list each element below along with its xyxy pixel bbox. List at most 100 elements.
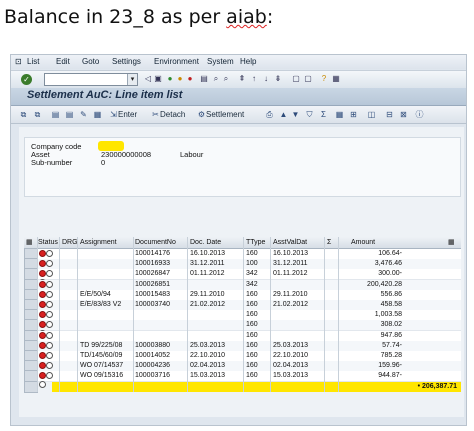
menu-settings[interactable]: Settings (112, 57, 141, 66)
cell-amount: 1,003.58 (374, 311, 402, 319)
cancel-icon[interactable]: ● (185, 74, 195, 84)
graphic-icon[interactable]: ⊞ (349, 109, 358, 120)
sort-descending-icon[interactable]: ▼ (291, 109, 300, 120)
back-arrow-icon[interactable]: ◁ (143, 74, 153, 84)
col-asstvaldat[interactable]: AsstValDat (273, 237, 307, 248)
caption-suffix: : (266, 6, 274, 28)
filter-icon[interactable]: ⛉ (305, 109, 314, 120)
shortcut-icon[interactable]: ▢ (303, 74, 313, 84)
find-next-icon[interactable]: ⌕ (221, 74, 231, 84)
col-sigma[interactable]: Σ (327, 237, 331, 248)
chevron-down-icon[interactable]: ▾ (127, 74, 137, 85)
details-icon[interactable]: ⧉ (19, 109, 28, 120)
cell-asstvaldat (273, 310, 325, 320)
previous-page-icon[interactable]: ↑ (249, 74, 259, 84)
choose-layout-icon[interactable]: ⊟ (385, 109, 394, 120)
col-drg[interactable]: DRG (62, 237, 78, 248)
cell-asstvaldat (273, 320, 325, 330)
layout-icon[interactable]: ◫ (367, 109, 376, 120)
menu-system[interactable]: System (207, 57, 234, 66)
detach-button[interactable]: ✂Detach (151, 109, 185, 120)
new-session-icon[interactable]: ▢ (291, 74, 301, 84)
next-page-icon[interactable]: ↓ (261, 74, 271, 84)
cell-documentno (135, 310, 187, 320)
choose-icon[interactable]: ⧉ (33, 109, 42, 120)
information-icon[interactable]: ⓘ (415, 109, 424, 120)
save-icon[interactable]: ▣ (153, 74, 163, 84)
exit-icon[interactable]: ● (175, 74, 185, 84)
cell-asstvaldat (273, 331, 325, 341)
sort-ascending-icon[interactable]: ▲ (279, 109, 288, 120)
window-menu-icon[interactable]: ⊡ (15, 57, 22, 66)
export-icon[interactable]: ▦ (335, 109, 344, 120)
cell-ttype: 160 (246, 331, 258, 339)
column-settings-icon[interactable]: ▦ (448, 237, 455, 248)
total-row-selector[interactable] (24, 380, 38, 393)
total-amount: • 206,387.71 (417, 382, 457, 390)
cell-documentno: 100026847 (135, 270, 171, 278)
edit-icon[interactable]: ▤ (51, 109, 60, 120)
total-row: • 206,387.71 (52, 381, 461, 392)
cell-doc-date: 29.11.2010 (190, 290, 225, 298)
cell-asstvaldat: 22.10.2010 (273, 352, 309, 359)
menu-environment[interactable]: Environment (154, 57, 199, 66)
cell-doc-date: 02.04.2013 (190, 362, 226, 370)
copy-icon[interactable]: ▦ (93, 109, 102, 120)
column-divider (59, 237, 60, 392)
cell-doc-date: 16.10.2013 (190, 250, 226, 257)
back-icon[interactable]: ● (165, 74, 175, 84)
status-traffic-light-icon (39, 250, 57, 266)
col-ttype[interactable]: TType (246, 237, 265, 248)
cell-amount: 308.02 (380, 321, 402, 329)
cell-amount: 159.96- (378, 362, 402, 370)
cell-asstvaldat: 31.12.2011 (273, 260, 308, 268)
enter-check-icon[interactable]: ✓ (21, 74, 32, 85)
menu-list[interactable]: List (27, 57, 39, 66)
col-assignment[interactable]: Assignment (80, 237, 117, 248)
status-traffic-light-icon (39, 290, 57, 307)
col-status[interactable]: Status (38, 237, 58, 248)
find-icon[interactable]: ⌕ (211, 74, 221, 84)
help-icon[interactable]: ? (319, 74, 329, 84)
menu-goto[interactable]: Goto (82, 57, 99, 66)
print-list-icon[interactable]: ⎙ (265, 109, 274, 120)
cell-ttype: 160 (246, 362, 258, 370)
cell-amount: 458.58 (380, 301, 402, 308)
menu-help[interactable]: Help (240, 57, 256, 66)
cell-assignment: TD/145/60/09 (80, 352, 123, 359)
col-documentno[interactable]: DocumentNo (135, 237, 176, 248)
menu-edit[interactable]: Edit (56, 57, 70, 66)
print-icon[interactable]: ▤ (199, 74, 209, 84)
cell-asstvaldat (273, 280, 325, 290)
settlement-icon: ⚙ (197, 110, 206, 119)
status-traffic-light-icon (39, 260, 57, 277)
cell-documentno (135, 320, 187, 330)
select-all-icon[interactable]: ▦ (26, 237, 33, 248)
cell-amount: 944.87- (378, 372, 402, 380)
cell-documentno: 100004236 (135, 362, 171, 370)
cell-assignment (80, 269, 134, 279)
enter-button[interactable]: ⇲Enter (109, 109, 137, 120)
cell-doc-date: 01.11.2012 (190, 270, 225, 278)
settlement-button[interactable]: ⚙Settlement (197, 109, 244, 120)
col-doc-date[interactable]: Doc. Date (190, 237, 221, 248)
col-amount[interactable]: Amount (351, 237, 375, 248)
status-traffic-light-icon (39, 321, 57, 338)
cell-doc-date: 15.03.2013 (190, 372, 226, 380)
cell-doc-date: 31.12.2011 (190, 260, 225, 268)
status-traffic-light-icon (39, 331, 57, 348)
status-traffic-light-icon (39, 301, 57, 317)
change-icon[interactable]: ✎ (79, 109, 88, 120)
layout-menu-icon[interactable]: ▦ (331, 74, 341, 84)
save-layout-icon[interactable]: ⊠ (399, 109, 408, 120)
command-field[interactable]: ▾ (44, 73, 138, 86)
first-page-icon[interactable]: ⇞ (237, 74, 247, 84)
asset-description: Labour (180, 150, 204, 159)
asset-value: 230000000008 (101, 150, 152, 159)
display-icon[interactable]: ▤ (65, 109, 74, 120)
cell-ttype: 160 (246, 341, 258, 349)
last-page-icon[interactable]: ⇟ (273, 74, 283, 84)
header-info-box: Company code Asset 230000000008 Labour S… (24, 137, 461, 197)
cell-asstvaldat: 21.02.2012 (273, 301, 309, 308)
total-icon[interactable]: Σ (319, 109, 328, 120)
